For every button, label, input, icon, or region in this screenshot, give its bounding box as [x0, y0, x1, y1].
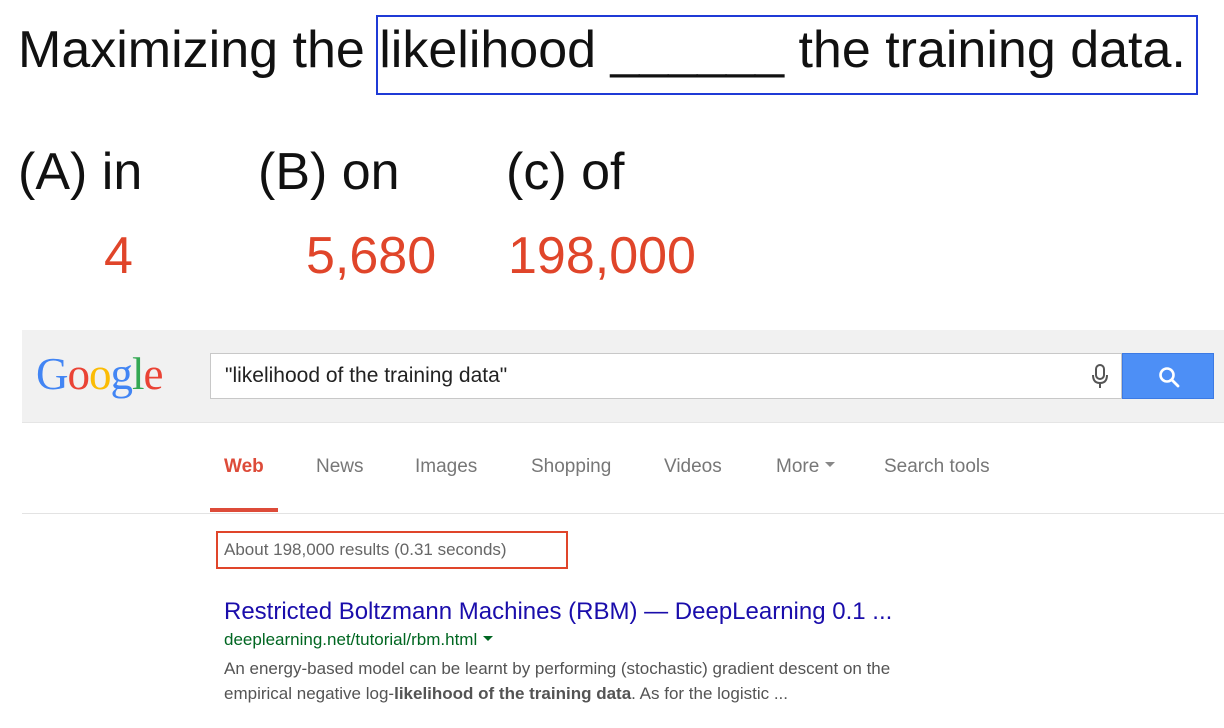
result-url-text: deeplearning.net/tutorial/rbm.html: [224, 630, 478, 649]
tab-web[interactable]: Web: [224, 456, 264, 478]
snippet-highlight: likelihood of the training data: [394, 684, 632, 703]
microphone-icon[interactable]: [1090, 364, 1110, 390]
google-logo-letter: l: [132, 349, 144, 399]
tab-images[interactable]: Images: [415, 456, 477, 478]
search-box: [210, 353, 1122, 399]
option-a-count: 4: [104, 227, 133, 285]
active-tab-indicator: [210, 508, 278, 512]
question-highlight-box: [376, 15, 1198, 95]
url-dropdown-icon[interactable]: [483, 636, 494, 642]
tab-more-label: More: [776, 456, 820, 477]
chevron-down-icon: [825, 462, 836, 468]
snippet-line-2-post: . As for the logistic ...: [631, 684, 788, 703]
option-b-count: 5,680: [306, 227, 437, 285]
result-title-link[interactable]: Restricted Boltzmann Machines (RBM) — De…: [224, 597, 892, 627]
option-b-label: (B) on: [258, 143, 400, 201]
tabs-divider: [22, 513, 1224, 514]
tab-videos[interactable]: Videos: [664, 456, 722, 478]
search-button[interactable]: [1122, 353, 1214, 399]
snippet-line-2: empirical negative log-likelihood of the…: [224, 681, 1204, 706]
search-input[interactable]: [225, 354, 1085, 398]
result-snippet: An energy-based model can be learnt by p…: [224, 656, 1204, 706]
question-prefix: Maximizing the: [18, 21, 380, 79]
google-logo-letter: e: [143, 349, 164, 399]
tab-news[interactable]: News: [316, 456, 364, 478]
google-logo[interactable]: Google: [36, 352, 163, 397]
search-icon: [1159, 367, 1180, 388]
option-a-label: (A) in: [18, 143, 143, 201]
google-logo-letter: g: [110, 349, 133, 399]
option-c-label: (c) of: [506, 143, 625, 201]
option-c-count: 198,000: [508, 227, 696, 285]
google-logo-letter: o: [67, 349, 90, 399]
tab-more[interactable]: More: [776, 456, 836, 478]
result-stats-highlight-box: [216, 531, 568, 569]
google-logo-letter: G: [36, 349, 68, 399]
result-url[interactable]: deeplearning.net/tutorial/rbm.html: [224, 630, 494, 650]
tab-search-tools[interactable]: Search tools: [884, 456, 990, 478]
snippet-line-1: An energy-based model can be learnt by p…: [224, 659, 891, 678]
google-logo-letter: o: [89, 349, 111, 399]
tab-shopping[interactable]: Shopping: [531, 456, 611, 478]
snippet-line-2-pre: empirical negative log-: [224, 684, 395, 703]
